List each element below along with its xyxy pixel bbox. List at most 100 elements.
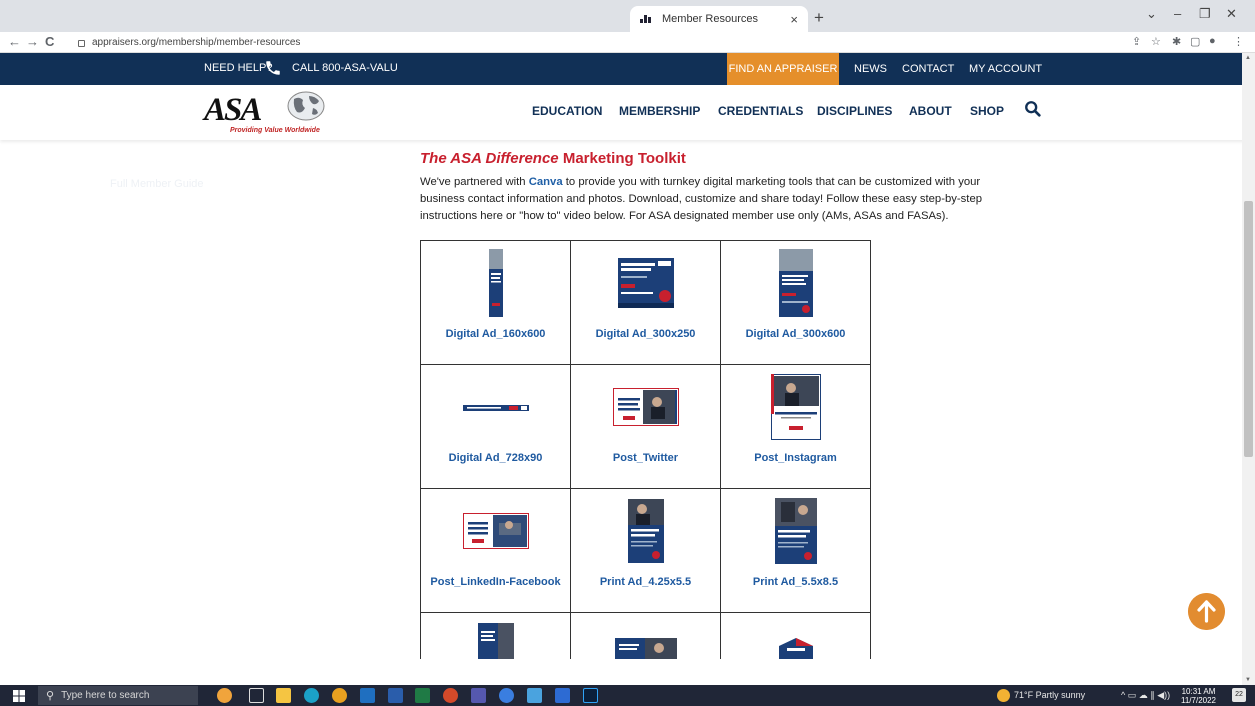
asa-favicon-icon: [640, 15, 654, 23]
word-icon[interactable]: [388, 688, 403, 703]
nav-shop[interactable]: SHOP: [970, 104, 1004, 118]
windows-taskbar: ⚲ Type here to search 71°F Partly sunny …: [0, 685, 1255, 706]
print-ad-thumbnail-partial[interactable]: [477, 623, 514, 659]
toolkit-item[interactable]: Digital Ad_300x250: [571, 241, 721, 365]
weather-text[interactable]: 71°F Partly sunny: [1014, 690, 1085, 700]
weather-icon[interactable]: [997, 689, 1010, 702]
task-view-icon[interactable]: [249, 688, 264, 703]
notification-badge[interactable]: 22: [1232, 688, 1246, 702]
tab-search-icon[interactable]: ⌄: [1146, 6, 1157, 22]
find-appraiser-button[interactable]: FIND AN APPRAISER: [727, 53, 839, 85]
taskbar-search-placeholder: Type here to search: [61, 690, 150, 701]
toolkit-item[interactable]: Post_LinkedIn-Facebook: [421, 489, 571, 613]
windows-start-icon[interactable]: [13, 690, 25, 702]
security-app-icon[interactable]: [555, 688, 570, 703]
toolkit-item[interactable]: [571, 613, 721, 659]
excel-icon[interactable]: [415, 688, 430, 703]
chrome-browser-icon[interactable]: [332, 688, 347, 703]
scroll-up-arrow-icon[interactable]: ▲: [1245, 55, 1251, 61]
toolkit-item[interactable]: Digital Ad_728x90: [421, 365, 571, 489]
photoshop-icon[interactable]: [583, 688, 598, 703]
nav-credentials[interactable]: CREDENTIALS: [718, 104, 803, 118]
tray-icons[interactable]: ^ ▭ ☁ ∥ ◀)): [1121, 690, 1170, 701]
new-tab-button[interactable]: +: [814, 8, 824, 28]
item-label[interactable]: Digital Ad_300x600: [721, 328, 870, 340]
extensions-icon[interactable]: ✱: [1172, 35, 1181, 48]
toolkit-item[interactable]: Post_Instagram: [721, 365, 871, 489]
instagram-post-thumbnail[interactable]: [770, 374, 821, 440]
back-to-top-button[interactable]: [1188, 593, 1225, 630]
taskbar-search-box[interactable]: ⚲ Type here to search: [38, 686, 198, 705]
powerpoint-icon[interactable]: [443, 688, 458, 703]
nav-education[interactable]: EDUCATION: [532, 104, 602, 118]
toolkit-item[interactable]: [721, 613, 871, 659]
canva-link[interactable]: Canva: [529, 176, 563, 188]
share-icon[interactable]: ⇪: [1132, 35, 1141, 48]
maximize-button[interactable]: ❐: [1199, 6, 1211, 22]
profile-icon[interactable]: ●: [1209, 35, 1216, 47]
close-window-button[interactable]: ✕: [1226, 6, 1237, 22]
snipping-tool-icon[interactable]: [527, 688, 542, 703]
globe-icon: [287, 91, 325, 121]
taskbar-clock[interactable]: 10:31 AM 11/7/2022: [1181, 687, 1216, 705]
back-button[interactable]: ←: [8, 34, 21, 49]
url-field[interactable]: appraisers.org/membership/member-resourc…: [78, 34, 300, 51]
print-ad-thumbnail-partial[interactable]: [614, 638, 677, 659]
sidebar-faded-link[interactable]: Full Member Guide: [110, 178, 204, 190]
reload-button[interactable]: C: [45, 34, 54, 49]
twitter-post-thumbnail[interactable]: [612, 388, 679, 426]
vertical-banner-thumbnail[interactable]: [488, 249, 503, 317]
grid-row: Post_LinkedIn-Facebook Print Ad_4.25x5.5…: [421, 489, 871, 613]
page-scrollbar[interactable]: ▲ ▼: [1242, 53, 1255, 685]
contact-link[interactable]: CONTACT: [902, 53, 954, 85]
item-label[interactable]: Post_Twitter: [571, 452, 720, 464]
leaderboard-banner-thumbnail[interactable]: [462, 405, 529, 411]
url-text: appraisers.org/membership/member-resourc…: [92, 37, 301, 48]
minimize-button[interactable]: –: [1174, 6, 1181, 21]
item-label[interactable]: Print Ad_5.5x8.5: [721, 576, 870, 588]
toolkit-item[interactable]: Digital Ad_300x600: [721, 241, 871, 365]
tab-close-icon[interactable]: ×: [790, 12, 798, 27]
print-ad-large-thumbnail[interactable]: [774, 498, 817, 564]
logo-tagline: Providing Value Worldwide: [230, 127, 320, 134]
sidepanel-icon[interactable]: ▢: [1190, 35, 1200, 48]
search-icon[interactable]: [1024, 100, 1042, 118]
scrollbar-thumb[interactable]: [1244, 201, 1253, 457]
browser-menu-icon[interactable]: ⋮: [1233, 35, 1244, 48]
print-ad-small-thumbnail[interactable]: [627, 499, 664, 563]
browser-tab[interactable]: Member Resources ×: [630, 6, 808, 32]
news-widget-icon[interactable]: [217, 688, 232, 703]
toolkit-item[interactable]: Digital Ad_160x600: [421, 241, 571, 365]
item-label[interactable]: Digital Ad_728x90: [421, 452, 570, 464]
teams-icon[interactable]: [471, 688, 486, 703]
badge-thumbnail-partial[interactable]: [775, 638, 817, 659]
rectangle-banner-thumbnail[interactable]: [617, 258, 674, 308]
bookmark-star-icon[interactable]: ☆: [1151, 35, 1161, 48]
item-label[interactable]: Post_LinkedIn-Facebook: [421, 576, 570, 588]
toolkit-item[interactable]: Post_Twitter: [571, 365, 721, 489]
outlook-icon[interactable]: [360, 688, 375, 703]
half-page-banner-thumbnail[interactable]: [778, 249, 813, 317]
main-header: ASA Providing Value Worldwide EDUCATION …: [0, 85, 1255, 140]
item-label[interactable]: Digital Ad_300x250: [571, 328, 720, 340]
asa-logo[interactable]: ASA Providing Value Worldwide: [204, 90, 336, 138]
item-label[interactable]: Post_Instagram: [721, 452, 870, 464]
toolkit-item[interactable]: Print Ad_5.5x8.5: [721, 489, 871, 613]
call-link[interactable]: CALL 800-ASA-VALU: [292, 62, 398, 74]
zoom-icon[interactable]: [499, 688, 514, 703]
item-label[interactable]: Print Ad_4.25x5.5: [571, 576, 720, 588]
edge-browser-icon[interactable]: [304, 688, 319, 703]
toolkit-item[interactable]: [421, 613, 571, 659]
item-label[interactable]: Digital Ad_160x600: [421, 328, 570, 340]
my-account-link[interactable]: MY ACCOUNT: [969, 53, 1042, 85]
scroll-down-arrow-icon[interactable]: ▼: [1245, 677, 1251, 683]
file-explorer-icon[interactable]: [276, 688, 291, 703]
nav-membership[interactable]: MEMBERSHIP: [619, 104, 700, 118]
search-magnifier-icon: ⚲: [46, 690, 55, 702]
nav-about[interactable]: ABOUT: [909, 104, 952, 118]
news-link[interactable]: NEWS: [854, 53, 887, 85]
forward-button[interactable]: →: [26, 34, 39, 49]
nav-disciplines[interactable]: DISCIPLINES: [817, 104, 892, 118]
linkedin-post-thumbnail[interactable]: [462, 513, 529, 549]
toolkit-item[interactable]: Print Ad_4.25x5.5: [571, 489, 721, 613]
